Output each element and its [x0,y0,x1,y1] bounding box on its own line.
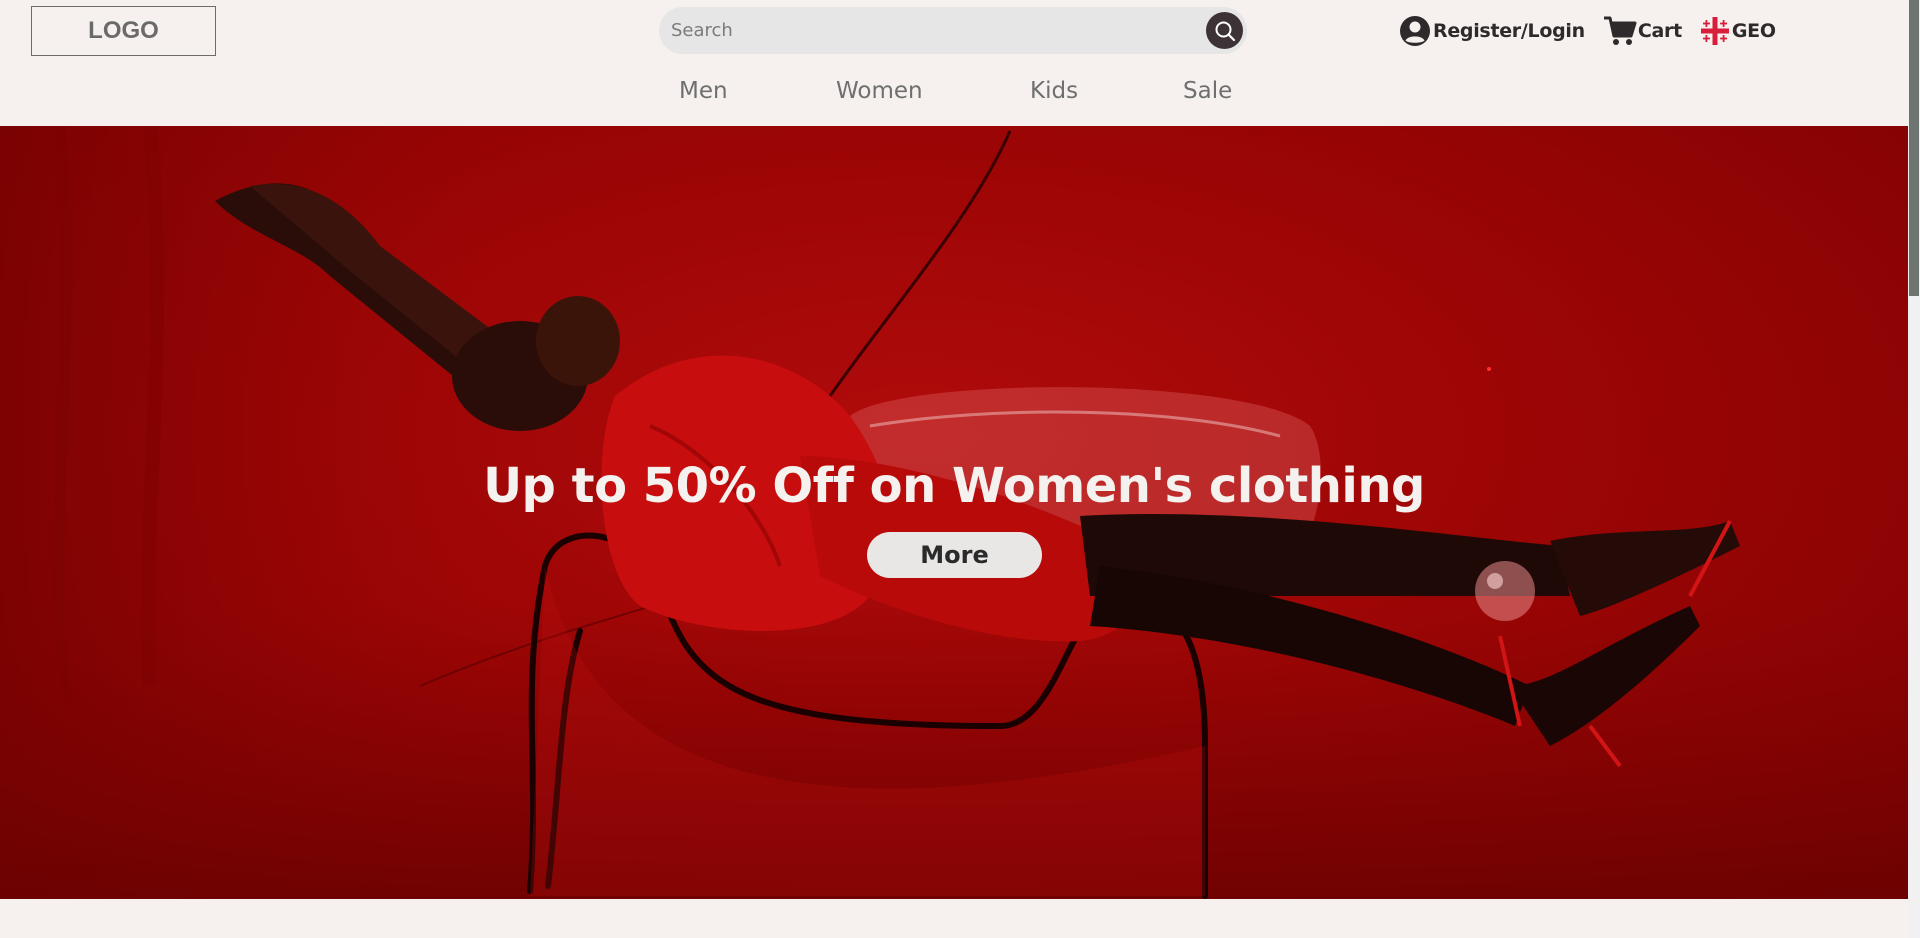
register-login-link[interactable]: Register/Login [1399,15,1585,47]
search-input[interactable] [671,7,1191,54]
hero-banner: Up to 50% Off on Women's clothing More [0,126,1908,899]
hero-more-button[interactable]: More [867,532,1042,578]
cart-link[interactable]: Cart [1603,15,1682,47]
scrollbar-thumb[interactable] [1909,0,1919,296]
main-nav: Men Women Kids Sale [0,78,1908,114]
georgia-flag-icon [1700,17,1729,45]
logo[interactable]: LOGO [31,6,216,56]
cart-label: Cart [1637,20,1682,42]
page-scrollbar[interactable] [1908,0,1920,938]
language-switch[interactable]: GEO [1700,16,1776,46]
nav-item-sale[interactable]: Sale [1183,78,1232,104]
register-login-label: Register/Login [1433,20,1585,42]
cart-icon [1603,16,1637,45]
user-icon [1400,16,1430,46]
hero-title: Up to 50% Off on Women's clothing [483,458,1425,514]
nav-item-men[interactable]: Men [679,78,728,104]
header-actions: Register/Login Cart GEO [1399,14,1794,48]
search-bar [659,7,1247,54]
search-icon [1215,21,1235,41]
nav-item-kids[interactable]: Kids [1030,78,1078,104]
nav-item-women[interactable]: Women [836,78,923,104]
search-button[interactable] [1206,12,1243,49]
language-label: GEO [1731,20,1776,42]
logo-text: LOGO [88,17,159,44]
